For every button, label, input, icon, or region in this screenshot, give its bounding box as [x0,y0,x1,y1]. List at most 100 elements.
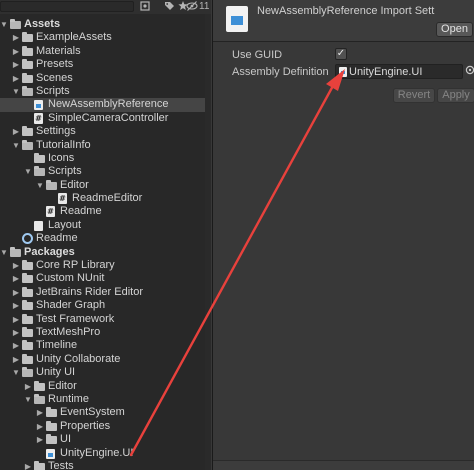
folder-icon [22,260,33,271]
expanded-arrow-icon[interactable]: ▼ [11,139,21,152]
collapsed-arrow-icon[interactable]: ▶ [11,339,21,352]
collapsed-arrow-icon[interactable]: ▶ [35,420,45,433]
collapsed-arrow-icon[interactable]: ▶ [11,125,21,138]
object-picker-icon[interactable] [465,65,474,78]
tree-item-label: Editor [48,379,77,392]
expanded-arrow-icon[interactable]: ▼ [11,85,21,98]
collapsed-arrow-icon[interactable]: ▶ [11,299,21,312]
tree-item-label: Presets [36,58,74,71]
expanded-arrow-icon[interactable]: ▼ [0,18,9,31]
collapsed-arrow-icon[interactable]: ▶ [11,313,21,326]
folder-icon [46,407,57,418]
tree-item-settings[interactable]: ▶ Settings [0,125,211,138]
tree-item-readmeeditor[interactable]: # ReadmeEditor [0,192,211,205]
folder-icon [22,59,33,70]
unity-asset-icon [22,233,33,245]
collapsed-arrow-icon[interactable]: ▶ [11,272,21,285]
collapsed-arrow-icon[interactable]: ▶ [11,45,21,58]
tree-item-label: Settings [36,125,76,138]
collapsed-arrow-icon[interactable]: ▶ [11,58,21,71]
tree-item-textmeshpro[interactable]: ▶ TextMeshPro [0,326,211,339]
tree-item-tests[interactable]: ▶ Tests [0,460,211,470]
collapsed-arrow-icon[interactable]: ▶ [35,433,45,446]
assembly-definition-field[interactable]: UnityEngine.UI [335,64,463,79]
tree-item-editor[interactable]: ▼ Editor [0,179,211,192]
collapsed-arrow-icon[interactable]: ▶ [11,353,21,366]
collapsed-arrow-icon[interactable]: ▶ [35,406,45,419]
assembly-definition-label: Assembly Definition [232,66,329,78]
tree-item-label: Properties [60,419,111,432]
search-by-type-icon[interactable] [140,0,151,13]
collapsed-arrow-icon[interactable]: ▶ [11,326,21,339]
tree-item-layout[interactable]: Layout [0,219,211,232]
tree-item-label: Readme [60,205,102,218]
tree-item-runtime[interactable]: ▼ Runtime [0,393,211,406]
tree-item-packages[interactable]: ▼ Packages [0,246,211,259]
tree-item-unityengine-ui[interactable]: UnityEngine.UI [0,447,211,460]
tree-item-label: UnityEngine.UI [60,446,134,459]
tree-item-label: NewAssemblyReference [48,98,169,111]
tree-item-label: ExampleAssets [36,31,112,44]
folder-icon [22,273,33,284]
folder-icon [46,434,57,445]
tree-item-label: Runtime [48,392,89,405]
tree-item-shader-graph[interactable]: ▶ Shader Graph [0,299,211,312]
folder-icon [22,126,33,137]
tree-item-scripts[interactable]: ▼ Scripts [0,165,211,178]
collapsed-arrow-icon[interactable]: ▶ [11,31,21,44]
inspector-header: NewAssemblyReference Import Sett Open [213,0,474,42]
tree-item-unity-collaborate[interactable]: ▶ Unity Collaborate [0,353,211,366]
folder-open-icon [10,19,21,29]
tree-item-jetbrains-rider-editor[interactable]: ▶ JetBrains Rider Editor [0,286,211,299]
tree-item-exampleassets[interactable]: ▶ ExampleAssets [0,31,211,44]
project-search-input[interactable] [0,1,134,12]
tree-item-assets[interactable]: ▼ Assets [0,18,211,31]
tree-item-scenes[interactable]: ▶ Scenes [0,72,211,85]
tree-item-timeline[interactable]: ▶ Timeline [0,339,211,352]
expanded-arrow-icon[interactable]: ▼ [35,179,45,192]
project-toolbar: 11 [0,0,211,14]
project-scrollbar[interactable] [205,14,211,470]
apply-button[interactable]: Apply [437,88,474,103]
csharp-script-icon: # [58,193,67,205]
collapsed-arrow-icon[interactable]: ▶ [23,380,33,393]
folder-icon [34,380,45,391]
collapsed-arrow-icon[interactable]: ▶ [23,460,33,470]
tree-item-materials[interactable]: ▶ Materials [0,45,211,58]
tree-item-label: Scenes [36,71,73,84]
collapsed-arrow-icon[interactable]: ▶ [11,286,21,299]
expanded-arrow-icon[interactable]: ▼ [11,366,21,379]
hidden-eye-icon[interactable] [186,0,198,13]
tree-item-properties[interactable]: ▶ Properties [0,420,211,433]
tree-item-label: TextMeshPro [36,325,101,338]
tree-item-unity-ui[interactable]: ▼ Unity UI [0,366,211,379]
collapsed-arrow-icon[interactable]: ▶ [11,259,21,272]
folder-icon [22,72,33,83]
use-guid-checkbox[interactable]: ✓ [335,48,347,60]
tree-item-readme[interactable]: # Readme [0,205,211,218]
tree-item-ui[interactable]: ▶ UI [0,433,211,446]
tree-item-core-rp-library[interactable]: ▶ Core RP Library [0,259,211,272]
tree-item-icons[interactable]: Icons [0,152,211,165]
collapsed-arrow-icon[interactable]: ▶ [11,72,21,85]
expanded-arrow-icon[interactable]: ▼ [23,393,33,406]
expanded-arrow-icon[interactable]: ▼ [23,165,33,178]
tree-item-simplecameracontroller[interactable]: # SimpleCameraController [0,112,211,125]
tree-item-label: Packages [24,245,75,258]
revert-button[interactable]: Revert [393,88,435,103]
tree-item-test-framework[interactable]: ▶ Test Framework [0,313,211,326]
tree-item-custom-nunit[interactable]: ▶ Custom NUnit [0,272,211,285]
open-button[interactable]: Open [436,22,473,37]
expanded-arrow-icon[interactable]: ▼ [0,246,9,259]
tag-icon[interactable] [164,0,175,13]
tree-item-label: TutorialInfo [36,138,91,151]
tree-item-editor[interactable]: ▶ Editor [0,380,211,393]
tree-item-newassemblyreference[interactable]: NewAssemblyReference [0,98,211,112]
inspector-panel: NewAssemblyReference Import Sett Open Us… [212,0,474,470]
tree-item-presets[interactable]: ▶ Presets [0,58,211,71]
tree-item-tutorialinfo[interactable]: ▼ TutorialInfo [0,139,211,152]
use-guid-label: Use GUID [232,49,283,61]
tree-item-readme[interactable]: Readme [0,232,211,245]
tree-item-eventsystem[interactable]: ▶ EventSystem [0,406,211,419]
tree-item-scripts[interactable]: ▼ Scripts [0,85,211,98]
